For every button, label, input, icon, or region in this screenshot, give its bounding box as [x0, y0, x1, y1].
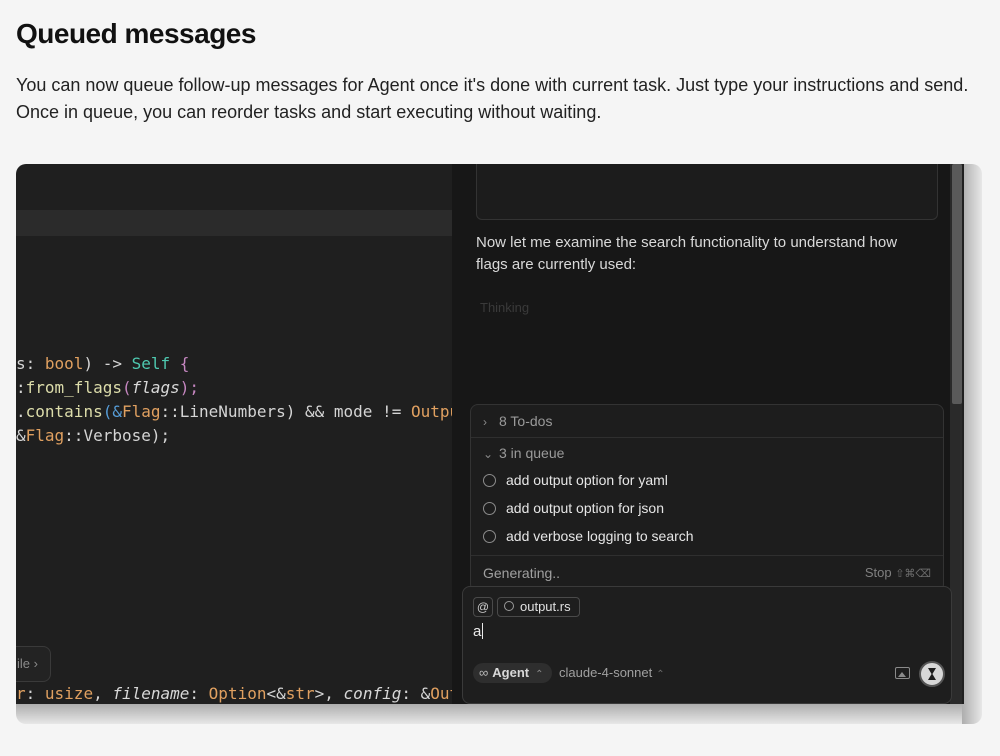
mode-selector[interactable]: ∞ Agent ⌃: [473, 663, 552, 683]
queue-item[interactable]: add verbose logging to search: [483, 528, 694, 544]
code-line: :from_flags(flags);: [16, 378, 200, 397]
code-line: &Flag::Verbose);: [16, 426, 171, 445]
todos-toggle[interactable]: › 8 To-dos: [483, 413, 552, 429]
model-selector[interactable]: claude-4-sonnet ⌃: [559, 665, 665, 680]
page-title: Queued messages: [16, 18, 256, 49]
chevron-down-icon: ⌄: [483, 447, 494, 461]
file-breadcrumb-pill[interactable]: ile ›: [16, 646, 51, 682]
page-description: You can now queue follow-up messages for…: [16, 75, 969, 122]
mention-button[interactable]: @: [473, 597, 493, 617]
queue-toggle[interactable]: ⌄ 3 in queue: [483, 445, 564, 461]
code-line: .contains(&Flag::LineNumbers) && mode !=…: [16, 402, 452, 421]
divider: [471, 555, 943, 556]
chat-input-text[interactable]: a: [473, 623, 484, 640]
queue-item[interactable]: add output option for yaml: [483, 472, 668, 488]
panel-scrollbar[interactable]: [952, 164, 962, 404]
chat-input-box[interactable]: @ output.rs a ∞ Agent ⌃ claude-4-sonnet ⌃: [462, 586, 952, 704]
stop-button[interactable]: Stop ⇧⌘⌫: [865, 565, 931, 580]
thinking-indicator: Thinking: [480, 300, 530, 315]
image-attach-icon[interactable]: [895, 667, 910, 679]
editor-highlight-band: [16, 210, 452, 236]
agent-message: Now let me examine the search functional…: [476, 234, 898, 273]
circle-icon[interactable]: [483, 530, 496, 543]
chevron-up-icon: ⌃: [535, 669, 544, 680]
code-line: r: usize, filename: Option<&str>, config…: [16, 684, 452, 703]
window-shadow-bottom: [16, 704, 962, 724]
context-file-chip[interactable]: output.rs: [497, 597, 580, 617]
chevron-up-icon: ⌃: [656, 669, 665, 680]
generating-status: Generating..: [483, 565, 561, 581]
infinity-icon: ∞: [479, 665, 489, 680]
file-icon: [504, 601, 514, 611]
send-button[interactable]: [919, 661, 945, 687]
window-shadow: [962, 164, 982, 724]
screenshot-frame: s: bool) -> Self { :from_flags(flags); .…: [16, 164, 982, 724]
code-editor[interactable]: s: bool) -> Self { :from_flags(flags); .…: [16, 164, 452, 704]
circle-icon[interactable]: [483, 502, 496, 515]
divider: [471, 437, 943, 438]
code-line: s: bool) -> Self {: [16, 354, 190, 373]
circle-icon[interactable]: [483, 474, 496, 487]
queue-card: › 8 To-dos ⌄ 3 in queue add output option …: [470, 404, 944, 592]
queue-item[interactable]: add output option for json: [483, 500, 664, 516]
previous-output-box: [476, 164, 938, 220]
chevron-right-icon: ›: [483, 415, 487, 429]
